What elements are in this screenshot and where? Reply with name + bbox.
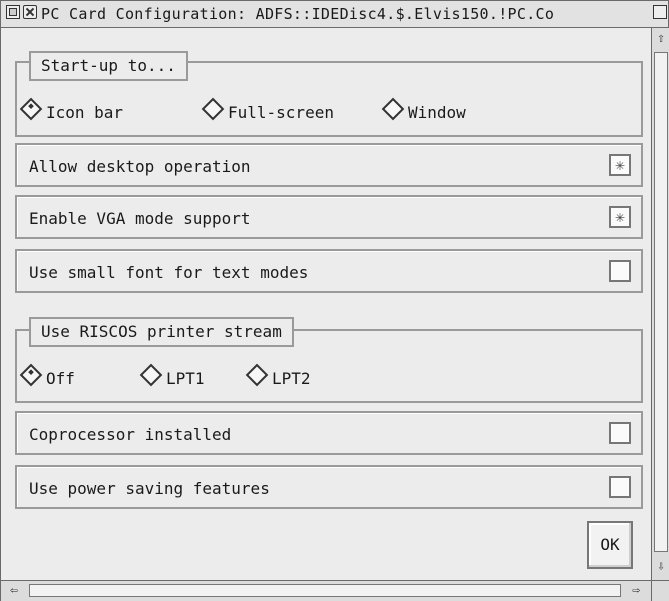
small-font-checkbox[interactable]: [609, 260, 631, 282]
enable-vga-checkbox[interactable]: ✳: [609, 206, 631, 228]
scroll-left-arrow-icon[interactable]: ⇦: [5, 582, 23, 600]
radio-unselected-icon: [381, 97, 405, 121]
scroll-right-arrow-icon[interactable]: ⇨: [627, 582, 645, 600]
radio-selected-icon: [19, 97, 43, 121]
power-saving-row[interactable]: Use power saving features: [15, 465, 643, 509]
ok-button[interactable]: OK: [587, 521, 633, 569]
scroll-down-arrow-icon[interactable]: ⇩: [653, 558, 669, 576]
radio-unselected-icon: [201, 97, 225, 121]
title-bar[interactable]: PC Card Configuration: ADFS::IDEDisc4.$.…: [1, 1, 668, 28]
radio-label: Window: [408, 103, 466, 122]
small-font-label: Use small font for text modes: [29, 263, 309, 282]
scroll-up-arrow-icon[interactable]: ⇧: [653, 30, 669, 48]
vertical-scrollbar[interactable]: ⇧ ⇩: [651, 28, 669, 580]
horizontal-scrollbar[interactable]: ⇦ ⇨: [1, 580, 651, 601]
radio-unselected-icon: [245, 363, 269, 387]
radio-window[interactable]: Window: [381, 97, 466, 125]
radio-lpt2[interactable]: LPT2: [245, 363, 311, 391]
radio-selected-icon: [19, 363, 43, 387]
allow-desktop-checkbox[interactable]: ✳: [609, 154, 631, 176]
printer-stream-group: Use RISCOS printer stream Off LPT1 LPT2: [15, 317, 643, 403]
radio-label: Icon bar: [46, 103, 124, 122]
power-saving-label: Use power saving features: [29, 479, 270, 498]
startup-group-label: Start-up to...: [29, 51, 188, 81]
back-icon[interactable]: [6, 5, 20, 19]
coprocessor-checkbox[interactable]: [609, 422, 631, 444]
printer-stream-group-label: Use RISCOS printer stream: [29, 317, 294, 347]
pc-card-configuration-window: PC Card Configuration: ADFS::IDEDisc4.$.…: [0, 0, 669, 601]
radio-unselected-icon: [139, 363, 163, 387]
allow-desktop-label: Allow desktop operation: [29, 157, 251, 176]
toggle-size-icon[interactable]: [653, 5, 667, 19]
radio-label: Off: [46, 369, 75, 388]
power-saving-checkbox[interactable]: [609, 476, 631, 498]
small-font-row[interactable]: Use small font for text modes: [15, 249, 643, 293]
allow-desktop-row[interactable]: Allow desktop operation ✳: [15, 143, 643, 187]
config-content: Start-up to... Icon bar Full-screen Wind…: [15, 41, 647, 579]
radio-full-screen[interactable]: Full-screen: [201, 97, 334, 125]
radio-label: Full-screen: [228, 103, 334, 122]
enable-vga-row[interactable]: Enable VGA mode support ✳: [15, 195, 643, 239]
close-icon[interactable]: [23, 5, 37, 19]
coprocessor-label: Coprocessor installed: [29, 425, 232, 444]
horizontal-scroll-thumb[interactable]: [29, 584, 621, 597]
radio-icon-bar[interactable]: Icon bar: [19, 97, 124, 125]
window-title: PC Card Configuration: ADFS::IDEDisc4.$.…: [41, 5, 555, 23]
enable-vga-label: Enable VGA mode support: [29, 209, 251, 228]
startup-group: Start-up to... Icon bar Full-screen Wind…: [15, 51, 643, 137]
resize-handle-icon[interactable]: [651, 580, 669, 601]
radio-lpt1[interactable]: LPT1: [139, 363, 205, 391]
coprocessor-row[interactable]: Coprocessor installed: [15, 411, 643, 455]
radio-off[interactable]: Off: [19, 363, 75, 391]
radio-label: LPT2: [272, 369, 311, 388]
radio-label: LPT1: [166, 369, 205, 388]
vertical-scroll-thumb[interactable]: [654, 52, 668, 552]
